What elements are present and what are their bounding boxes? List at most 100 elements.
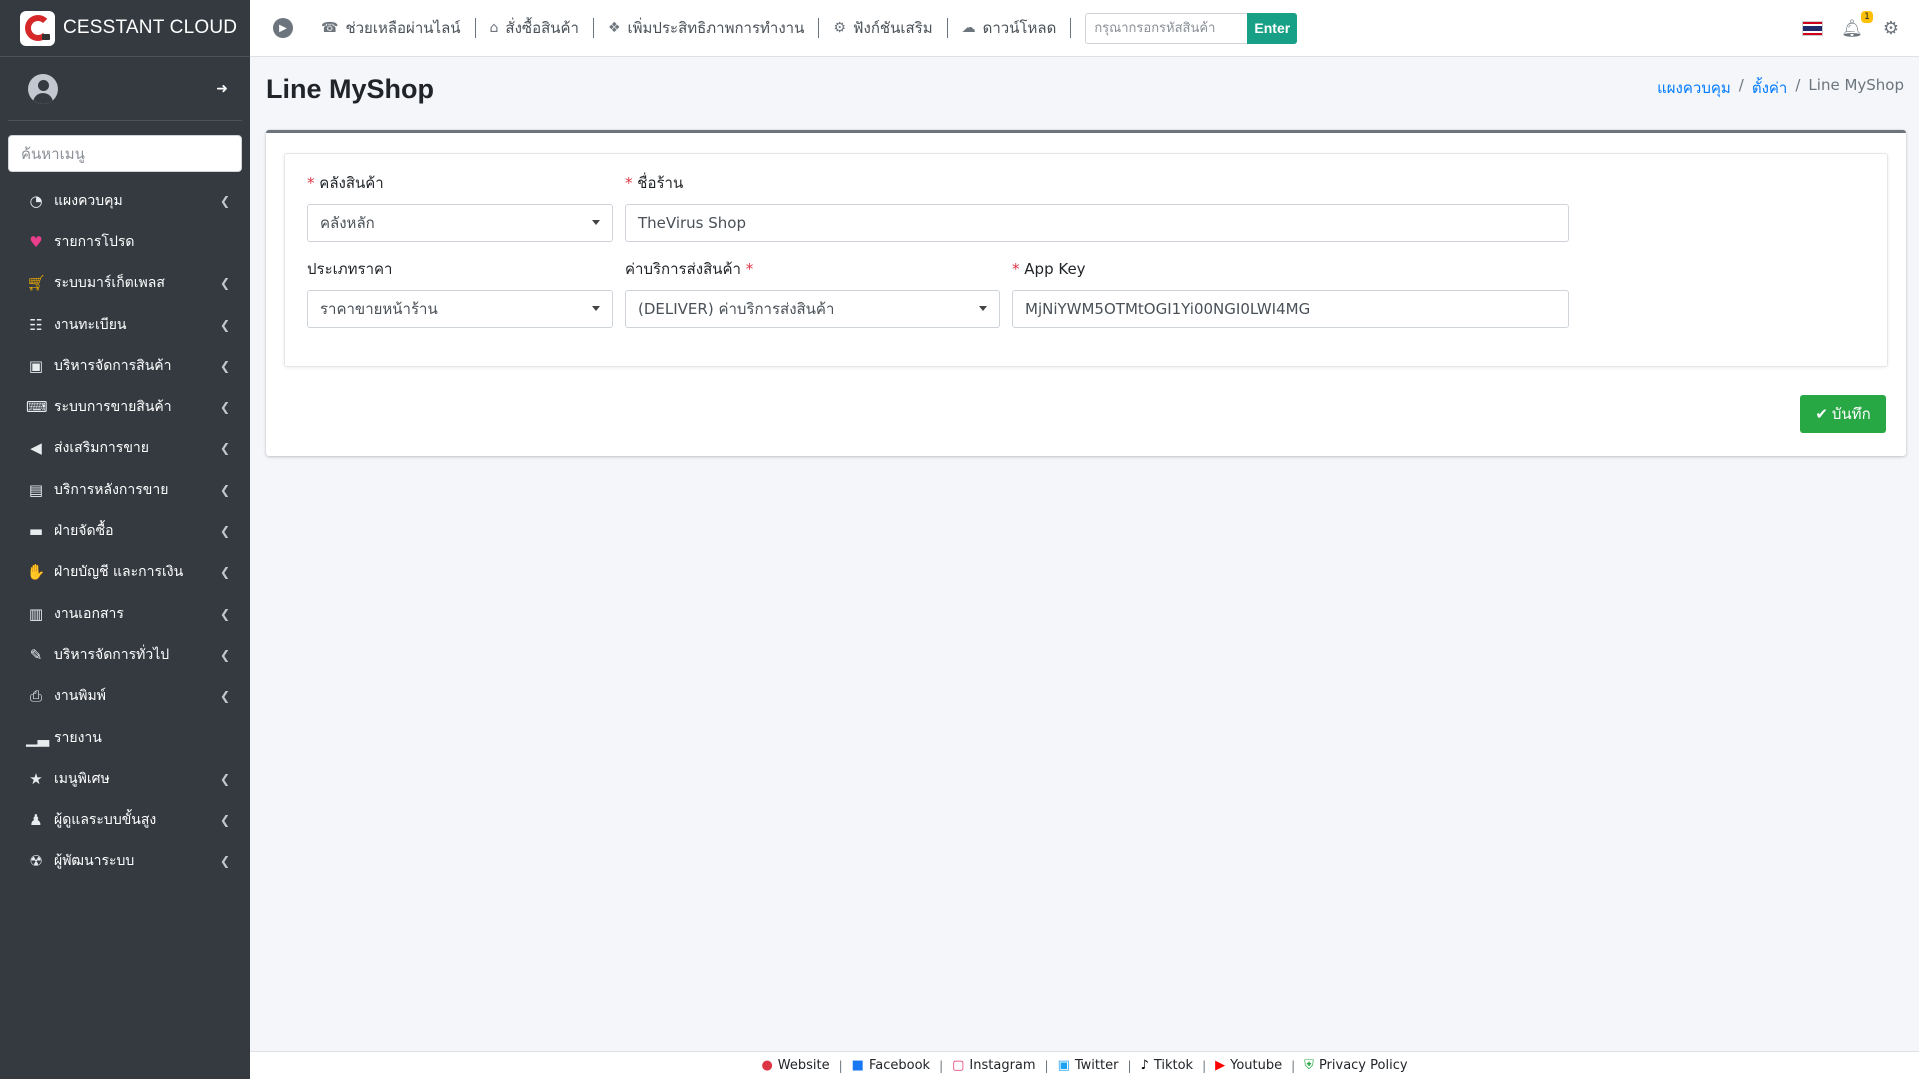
sidebar-item-label: ระบบมาร์เก็ตเพลส [54,275,165,292]
chevron-left-icon: ❮ [219,358,230,373]
shop-name-label: * ชื่อร้าน [625,172,1569,194]
sidebar-item-admin[interactable]: ♟ ผู้ดูแลระบบขั้นสูง ❮ [0,799,250,840]
price-type-value: ราคาขายหน้าร้าน [320,300,438,318]
sidebar-item-documents[interactable]: ▥ งานเอกสาร ❮ [0,593,250,634]
price-type-select[interactable]: ราคาขายหน้าร้าน [307,290,613,328]
brand-link[interactable]: CESSTANT CLOUD [0,0,250,57]
chevron-left-icon: ❮ [219,565,230,580]
breadcrumb: แผงควบคุม / ตั้งค่า / Line MyShop [1657,76,1904,100]
shipping-select[interactable]: (DELIVER) ค่าบริการส่งสินค้า [625,290,1000,328]
footer-separator: | [838,1058,843,1073]
footer-separator: | [939,1058,944,1073]
cart-icon: 🛒︎ [26,274,46,293]
sidebar-item-developer[interactable]: ☢ ผู้พัฒนาระบบ ❮ [0,841,250,882]
chevron-left-icon: ❮ [219,400,230,415]
chevron-left-icon: ❮ [219,276,230,291]
footer-link-label: Instagram [969,1058,1036,1073]
sidebar-search-input[interactable] [8,135,242,172]
sidebar-item-promotion[interactable]: ◀ ส่งเสริมการขาย ❮ [0,428,250,469]
cloud-download-icon: ☁ [961,20,976,36]
breadcrumb-settings[interactable]: ตั้งค่า [1752,76,1788,100]
user-panel: ➜ [8,57,242,121]
warehouse-select[interactable]: คลังหลัก [307,204,613,242]
sidebar-item-favorites[interactable]: ♥ รายการโปรด [0,221,250,262]
sidebar-item-products[interactable]: ▣ บริหารจัดการสินค้า ❮ [0,345,250,386]
logout-icon[interactable]: ➜ [216,81,228,97]
box-icon: ▣ [28,356,44,375]
shop-name-field: * ชื่อร้าน TheVirus Shop [625,172,1569,242]
top-nav-download[interactable]: ☁ ดาวน์โหลด [962,16,1057,40]
sidebar-item-registration[interactable]: ☷ งานทะเบียน ❮ [0,304,250,345]
price-type-field: ประเภทราคา ราคาขายหน้าร้าน [307,258,613,328]
sidebar-item-purchasing[interactable]: ▬ ฝ่ายจัดซื้อ ❮ [0,510,250,551]
chevron-left-icon: ❮ [219,441,230,456]
required-marker: * [625,174,638,192]
thai-flag-icon[interactable] [1802,21,1824,36]
save-button[interactable]: ✔ บันทึก [1800,395,1886,433]
sidebar-item-label: งานพิมพ์ [54,688,106,705]
sidebar-item-reports[interactable]: ▁▃ รายงาน [0,717,250,758]
chevron-left-icon: ❮ [219,606,230,621]
footer-separator: | [1127,1058,1132,1073]
footer-link-facebook[interactable]: ■ Facebook [852,1058,930,1073]
page-title: Line MyShop [266,74,434,104]
bell-icon[interactable]: 🔔︎ 1 [1841,10,1873,39]
heart-icon: ♥ [29,232,43,251]
settings-icon[interactable]: ⚙ [1883,18,1899,39]
footer-link-tiktok[interactable]: ♪ Tiktok [1141,1058,1194,1073]
sidebar-item-marketplace[interactable]: 🛒︎ ระบบมาร์เก็ตเพลส ❮ [0,263,250,304]
footer-link-instagram[interactable]: ▢ Instagram [952,1058,1035,1073]
footer-link-twitter[interactable]: ▣ Twitter [1058,1058,1119,1073]
puzzle-icon: ❖ [607,20,621,36]
footer-link-label: Youtube [1230,1058,1283,1073]
warehouse-field: * คลังสินค้า คลังหลัก [307,172,613,242]
price-type-label: ประเภทราคา [307,260,393,278]
breadcrumb-separator: / [1795,76,1801,94]
footer-link-youtube[interactable]: ▶ Youtube [1215,1058,1282,1073]
sidebar-item-printing[interactable]: ⎙ งานพิมพ์ ❮ [0,676,250,717]
sidebar-item-accounting[interactable]: ✋ ฝ่ายบัญชี และการเงิน ❮ [0,552,250,593]
footer-link-website[interactable]: ● Website [761,1058,829,1073]
sidebar-item-label: รายงาน [54,729,102,746]
top-nav-performance[interactable]: ❖ เพิ่มประสิทธิภาพการทำงาน [608,16,804,40]
product-search: Enter [1085,12,1298,44]
top-nav-label: ดาวน์โหลด [982,19,1057,37]
enter-button[interactable]: Enter [1247,12,1298,44]
footer-link-label: Tiktok [1153,1058,1194,1073]
sidebar-item-special-menu[interactable]: ★ เมนูพิเศษ ❮ [0,758,250,799]
top-nav-order[interactable]: ⌂ สั่งซื้อสินค้า [490,16,579,40]
footer-separator: | [1291,1058,1296,1073]
product-code-input[interactable] [1085,12,1248,44]
footer-separator: | [1202,1058,1207,1073]
app-key-input[interactable]: MjNiYWM5OTMtOGI1Yi00NGI0LWI4MG [1012,290,1569,328]
book-icon: ▥ [28,604,44,623]
document-icon: ☷ [29,315,43,334]
sidebar-item-general[interactable]: ✎ บริหารจัดการทั่วไป ❮ [0,634,250,675]
chevron-left-icon: ❮ [219,854,230,869]
sidebar-item-label: บริการหลังการขาย [54,481,169,498]
caret-down-icon [592,220,600,225]
avatar[interactable] [28,73,58,104]
shop-name-input[interactable]: TheVirus Shop [625,204,1569,242]
sidebar-toggle-icon[interactable]: ▶ [273,18,293,38]
sidebar-item-sales[interactable]: ⌨ ระบบการขายสินค้า ❮ [0,386,250,427]
sidebar-menu: ◔ แผงควบคุม ❮ ♥ รายการโปรด 🛒︎ ระบบมาร์เก็ตเพ… [0,180,250,882]
top-nav-addons[interactable]: ⚙ ฟังก์ชันเสริม [833,16,932,40]
chevron-left-icon: ❮ [219,689,230,704]
breadcrumb-dashboard[interactable]: แผงควบคุม [1657,76,1731,100]
sidebar-item-label: ฝ่ายบัญชี และการเงิน [54,564,184,581]
basket-icon: ⌂ [489,20,499,36]
footer-link-label: Website [777,1058,830,1073]
top-nav-label: เพิ่มประสิทธิภาพการทำงาน [627,19,805,37]
footer-link-privacy[interactable]: ⛨ Privacy Policy [1304,1058,1407,1073]
sidebar-item-dashboard[interactable]: ◔ แผงควบคุม ❮ [0,180,250,221]
shipping-field: ค่าบริการส่งสินค้า * (DELIVER) ค่าบริการ… [625,258,1000,328]
top-nav-label: ช่วยเหลือผ่านไลน์ [345,19,461,37]
footer: ● Website | ■ Facebook | ▢ Instagram | ▣ Twi… [250,1051,1919,1079]
app-key-label-text: App Key [1024,260,1086,278]
notification-badge: 1 [1861,10,1873,23]
top-nav-line-help[interactable]: ☎ ช่วยเหลือผ่านไลน์ [321,16,461,40]
youtube-icon: ▶ [1215,1058,1226,1073]
brand-name: CESSTANT CLOUD [63,17,238,38]
sidebar-item-after-sales[interactable]: ▤ บริการหลังการขาย ❮ [0,469,250,510]
